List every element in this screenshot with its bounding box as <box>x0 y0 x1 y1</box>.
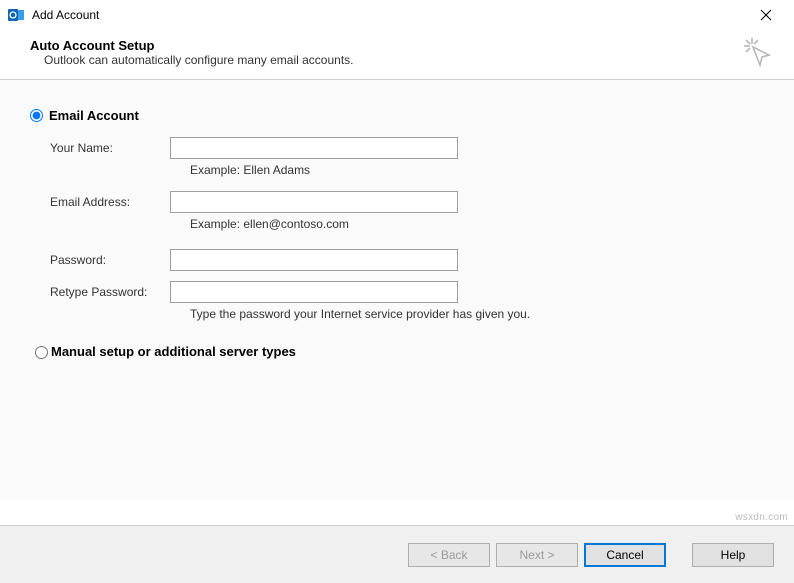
header-title: Auto Account Setup <box>30 38 764 53</box>
close-button[interactable] <box>746 1 786 29</box>
password-row: Password: <box>50 249 764 271</box>
radio-manual-label[interactable]: Manual setup or additional server types <box>51 344 296 359</box>
close-icon <box>760 9 772 21</box>
your-name-input[interactable] <box>170 137 458 159</box>
content-area: Email Account Your Name: Example: Ellen … <box>0 80 794 500</box>
next-button[interactable]: Next > <box>496 543 578 567</box>
form-area: Your Name: Example: Ellen Adams Email Ad… <box>30 137 764 321</box>
retype-password-row: Retype Password: <box>50 281 764 303</box>
title-bar: Add Account <box>0 0 794 30</box>
radio-email-account[interactable] <box>30 109 43 122</box>
radio-email-account-row: Email Account <box>30 108 764 123</box>
radio-manual-setup[interactable] <box>35 346 48 359</box>
footer-button-bar: < Back Next > Cancel Help <box>0 525 794 583</box>
password-hint: Type the password your Internet service … <box>190 307 764 321</box>
cancel-button[interactable]: Cancel <box>584 543 666 567</box>
retype-password-label: Retype Password: <box>50 285 170 299</box>
password-input[interactable] <box>170 249 458 271</box>
retype-password-input[interactable] <box>170 281 458 303</box>
radio-email-account-label[interactable]: Email Account <box>49 108 139 123</box>
help-button[interactable]: Help <box>692 543 774 567</box>
your-name-row: Your Name: <box>50 137 764 159</box>
header-subtitle: Outlook can automatically configure many… <box>30 53 764 67</box>
cursor-click-icon <box>742 36 776 73</box>
watermark: wsxdn.com <box>735 512 788 523</box>
your-name-label: Your Name: <box>50 141 170 155</box>
wizard-header: Auto Account Setup Outlook can automatic… <box>0 30 794 79</box>
window-title: Add Account <box>32 8 746 22</box>
email-hint: Example: ellen@contoso.com <box>190 217 764 231</box>
email-label: Email Address: <box>50 195 170 209</box>
password-label: Password: <box>50 253 170 267</box>
email-input[interactable] <box>170 191 458 213</box>
your-name-hint: Example: Ellen Adams <box>190 163 764 177</box>
outlook-icon <box>8 7 24 23</box>
email-row: Email Address: <box>50 191 764 213</box>
radio-manual-row: Manual setup or additional server types <box>30 343 764 359</box>
back-button[interactable]: < Back <box>408 543 490 567</box>
